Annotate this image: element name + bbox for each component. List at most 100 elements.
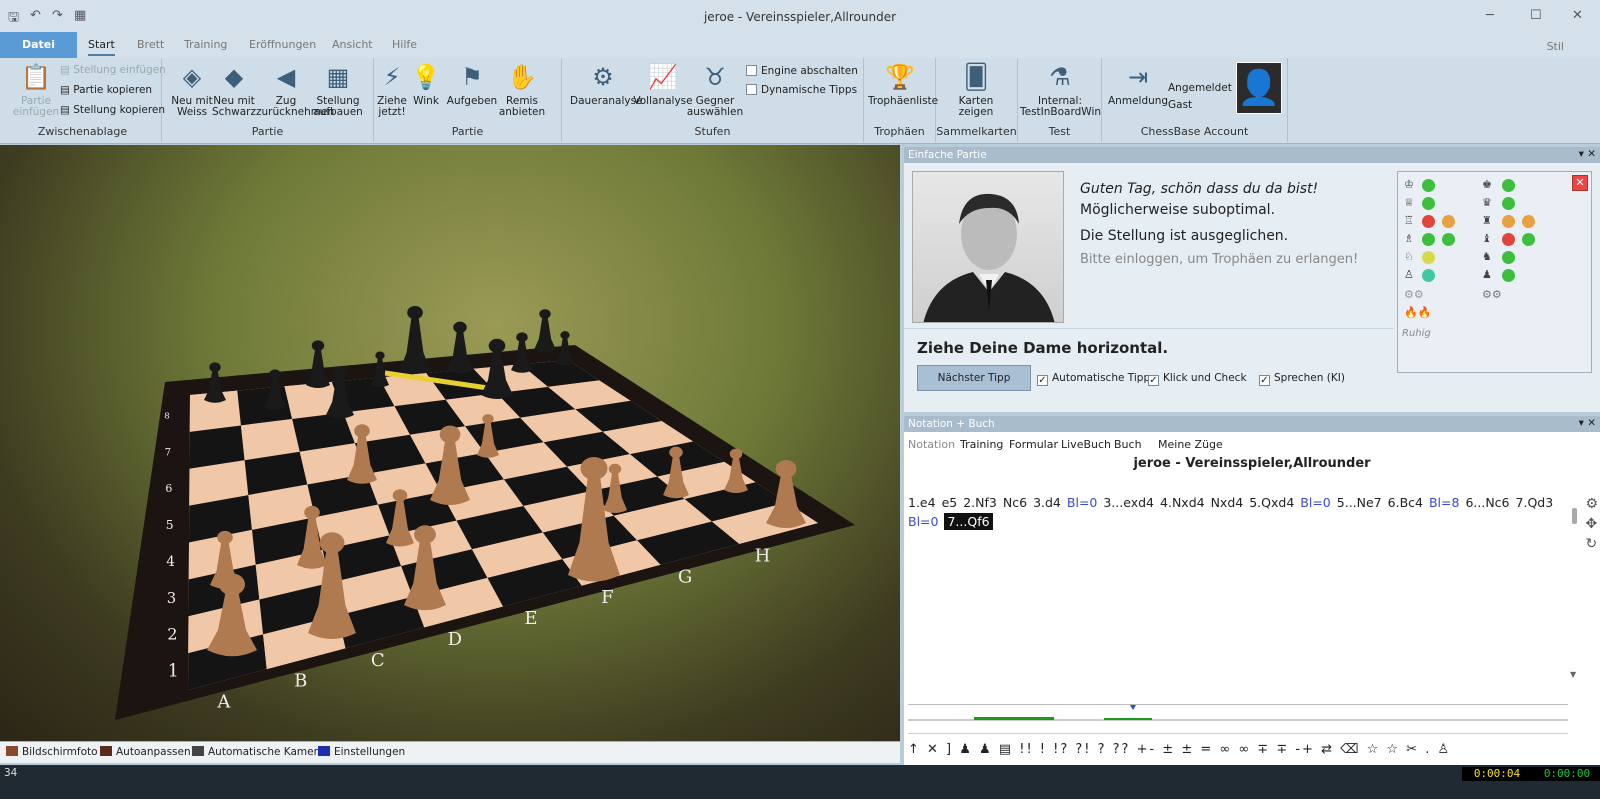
tab-buch[interactable]: Buch	[1114, 438, 1142, 451]
chess-piece[interactable]	[306, 340, 330, 388]
style-menu[interactable]: Stil	[1547, 40, 1564, 53]
move-token[interactable]: 6...Nc6	[1465, 495, 1509, 510]
scroll-down-icon[interactable]: ▼	[1570, 670, 1576, 679]
setup-board-icon: ▦	[326, 63, 350, 91]
coach-greeting: Guten Tag, schön dass du da bist!	[1080, 181, 1319, 197]
checkbox-box[interactable]	[1037, 375, 1048, 386]
checkbox-box[interactable]	[746, 65, 757, 76]
move-token[interactable]: 3.d4	[1033, 495, 1061, 510]
autofit-button[interactable]: Autoanpassen	[100, 746, 191, 758]
tab-hilfe[interactable]: Hilfe	[392, 38, 417, 51]
group-test: ⚗ Internal: TestInBoardWin Test	[1018, 58, 1102, 142]
takeback-button[interactable]: ◀ Zug zurücknehmen	[256, 62, 334, 118]
scrollbar-thumb[interactable]	[1572, 508, 1577, 524]
checkbox-box[interactable]	[746, 84, 757, 95]
status-dot	[1422, 269, 1435, 282]
checkbox-box[interactable]	[1148, 375, 1159, 386]
evaluation-graph[interactable]	[908, 704, 1568, 734]
tab-datei[interactable]: Datei	[0, 32, 78, 58]
move-token[interactable]: Bl=8	[1429, 495, 1459, 510]
black-board-icon: ◆	[224, 63, 244, 91]
engine-off-checkbox[interactable]: Engine abschalten	[746, 65, 858, 77]
chess-piece[interactable]	[447, 321, 473, 374]
new-black-button[interactable]: ◆ Neu mit Schwarz	[204, 62, 264, 118]
setup-position-button[interactable]: ▦ Stellung aufbauen	[308, 62, 368, 118]
move-token[interactable]: 7...Qf6	[944, 513, 993, 530]
show-cards-button[interactable]: 🂠 Karten zeigen	[946, 62, 1006, 118]
move-token[interactable]: 7.Qd3	[1516, 495, 1554, 510]
internal-test-button[interactable]: ⚗ Internal: TestInBoardWin	[1020, 62, 1101, 118]
chess-piece[interactable]	[400, 306, 430, 374]
move-token[interactable]: Nxd4	[1211, 495, 1244, 510]
move-token[interactable]: e5	[942, 495, 958, 510]
paste-game-button[interactable]: 📋 Partie einfügen	[6, 62, 66, 118]
settings-button[interactable]: Einstellungen	[318, 746, 405, 758]
auto-tips-checkbox[interactable]: Automatische Tipps	[1037, 372, 1156, 386]
screenshot-button[interactable]: Bildschirmfoto	[6, 746, 98, 758]
scrollbar[interactable]: ▼	[1570, 494, 1580, 682]
login-button[interactable]: ⇥ Anmeldung	[1108, 62, 1168, 107]
close-icon[interactable]: ✕	[1572, 8, 1583, 23]
panel-close-icon[interactable]: ▾ ✕	[1579, 148, 1596, 160]
status-dot	[1422, 233, 1435, 246]
chess-piece[interactable]	[534, 309, 556, 353]
tab-training[interactable]: Training	[184, 38, 227, 51]
tab-eroeffnungen[interactable]: Eröffnungen	[249, 38, 316, 51]
status-bar: 34 0:00:04 0:00:00	[0, 765, 1600, 799]
dynamic-tips-checkbox[interactable]: Dynamische Tipps	[746, 84, 857, 96]
offer-draw-button[interactable]: ✋ Remis anbieten	[492, 62, 552, 118]
chess-board-3d[interactable]: A B C D E F G H 1 2 3 4 5 6 7 8	[0, 145, 900, 741]
move-token[interactable]: 2.Nf3	[963, 495, 997, 510]
move-icon[interactable]: ✥	[1585, 514, 1598, 534]
move-token[interactable]: 3...exd4	[1103, 495, 1154, 510]
trophy-list-button[interactable]: 🏆 Trophäenliste	[868, 62, 938, 107]
close-icon[interactable]: ✕	[1572, 175, 1588, 191]
board-svg[interactable]: A B C D E F G H 1 2 3 4 5 6 7 8	[0, 145, 900, 741]
checkbox-box[interactable]	[1259, 375, 1270, 386]
move-token[interactable]: 5...Ne7	[1337, 495, 1382, 510]
move-token[interactable]: Bl=0	[1067, 495, 1097, 510]
speak-checkbox[interactable]: Sprechen (KI)	[1259, 372, 1345, 386]
side-tools[interactable]: ⚙ ✥ ↻	[1585, 494, 1598, 554]
choose-opponent-button[interactable]: ♉ Gegner auswählen	[682, 62, 748, 118]
tab-training[interactable]: Training	[960, 438, 1003, 451]
avatar[interactable]: 👤	[1236, 62, 1282, 114]
analysis-icon: ⚙	[592, 63, 614, 91]
tab-brett[interactable]: Brett	[137, 38, 164, 51]
file-label: G	[678, 566, 692, 587]
click-check-checkbox[interactable]: Klick und Check	[1148, 372, 1247, 386]
flask-icon: ⚗	[1049, 63, 1071, 91]
annotation-toolbar[interactable]: ↑ ✕ ] ♟ ♟ ▤ !! ! !? ?! ? ?? +- ± ± = ∞ ∞…	[908, 742, 1451, 757]
tab-notation[interactable]: Notation	[908, 438, 955, 451]
move-token[interactable]: 1.e4	[908, 495, 936, 510]
portrait-svg	[923, 193, 1055, 322]
engine-icon[interactable]: ⚙	[1585, 494, 1598, 514]
status-dot	[1502, 179, 1515, 192]
tab-ansicht[interactable]: Ansicht	[332, 38, 373, 51]
tab-start[interactable]: Start	[88, 38, 115, 56]
move-token[interactable]: Nc6	[1003, 495, 1027, 510]
paste-position-button[interactable]: ▤ Stellung einfügen	[60, 64, 166, 76]
move-token[interactable]: Bl=0	[908, 514, 938, 529]
group-label: Stufen	[694, 125, 731, 138]
camera-man-icon	[192, 746, 204, 756]
maximize-icon[interactable]: ☐	[1530, 8, 1542, 23]
move-token[interactable]: Bl=0	[1300, 495, 1330, 510]
next-tip-button[interactable]: Nächster Tipp	[917, 365, 1031, 391]
board-squares[interactable]	[188, 360, 818, 690]
rotate-icon[interactable]: ↻	[1585, 534, 1598, 554]
copy-position-button[interactable]: ▤ Stellung kopieren	[60, 104, 165, 116]
tab-livebuch[interactable]: LiveBuch	[1061, 438, 1111, 451]
tab-formular[interactable]: Formular	[1009, 438, 1058, 451]
move-token[interactable]: 5.Qxd4	[1249, 495, 1294, 510]
move-token[interactable]: 4.Nxd4	[1160, 495, 1205, 510]
panel-close-icon[interactable]: ▾ ✕	[1579, 417, 1596, 429]
auto-camera-button[interactable]: Automatische Kamera	[192, 746, 324, 758]
mood-label: Ruhig	[1402, 328, 1431, 339]
status-dot	[1502, 215, 1515, 228]
copy-game-button[interactable]: ▤ Partie kopieren	[60, 84, 152, 96]
tab-meine-zuege[interactable]: Meine Züge	[1158, 438, 1223, 451]
continuous-analysis-button[interactable]: ⚙ Daueranalyse	[570, 62, 643, 107]
minimize-icon[interactable]: ─	[1486, 8, 1494, 23]
move-token[interactable]: 6.Bc4	[1388, 495, 1423, 510]
